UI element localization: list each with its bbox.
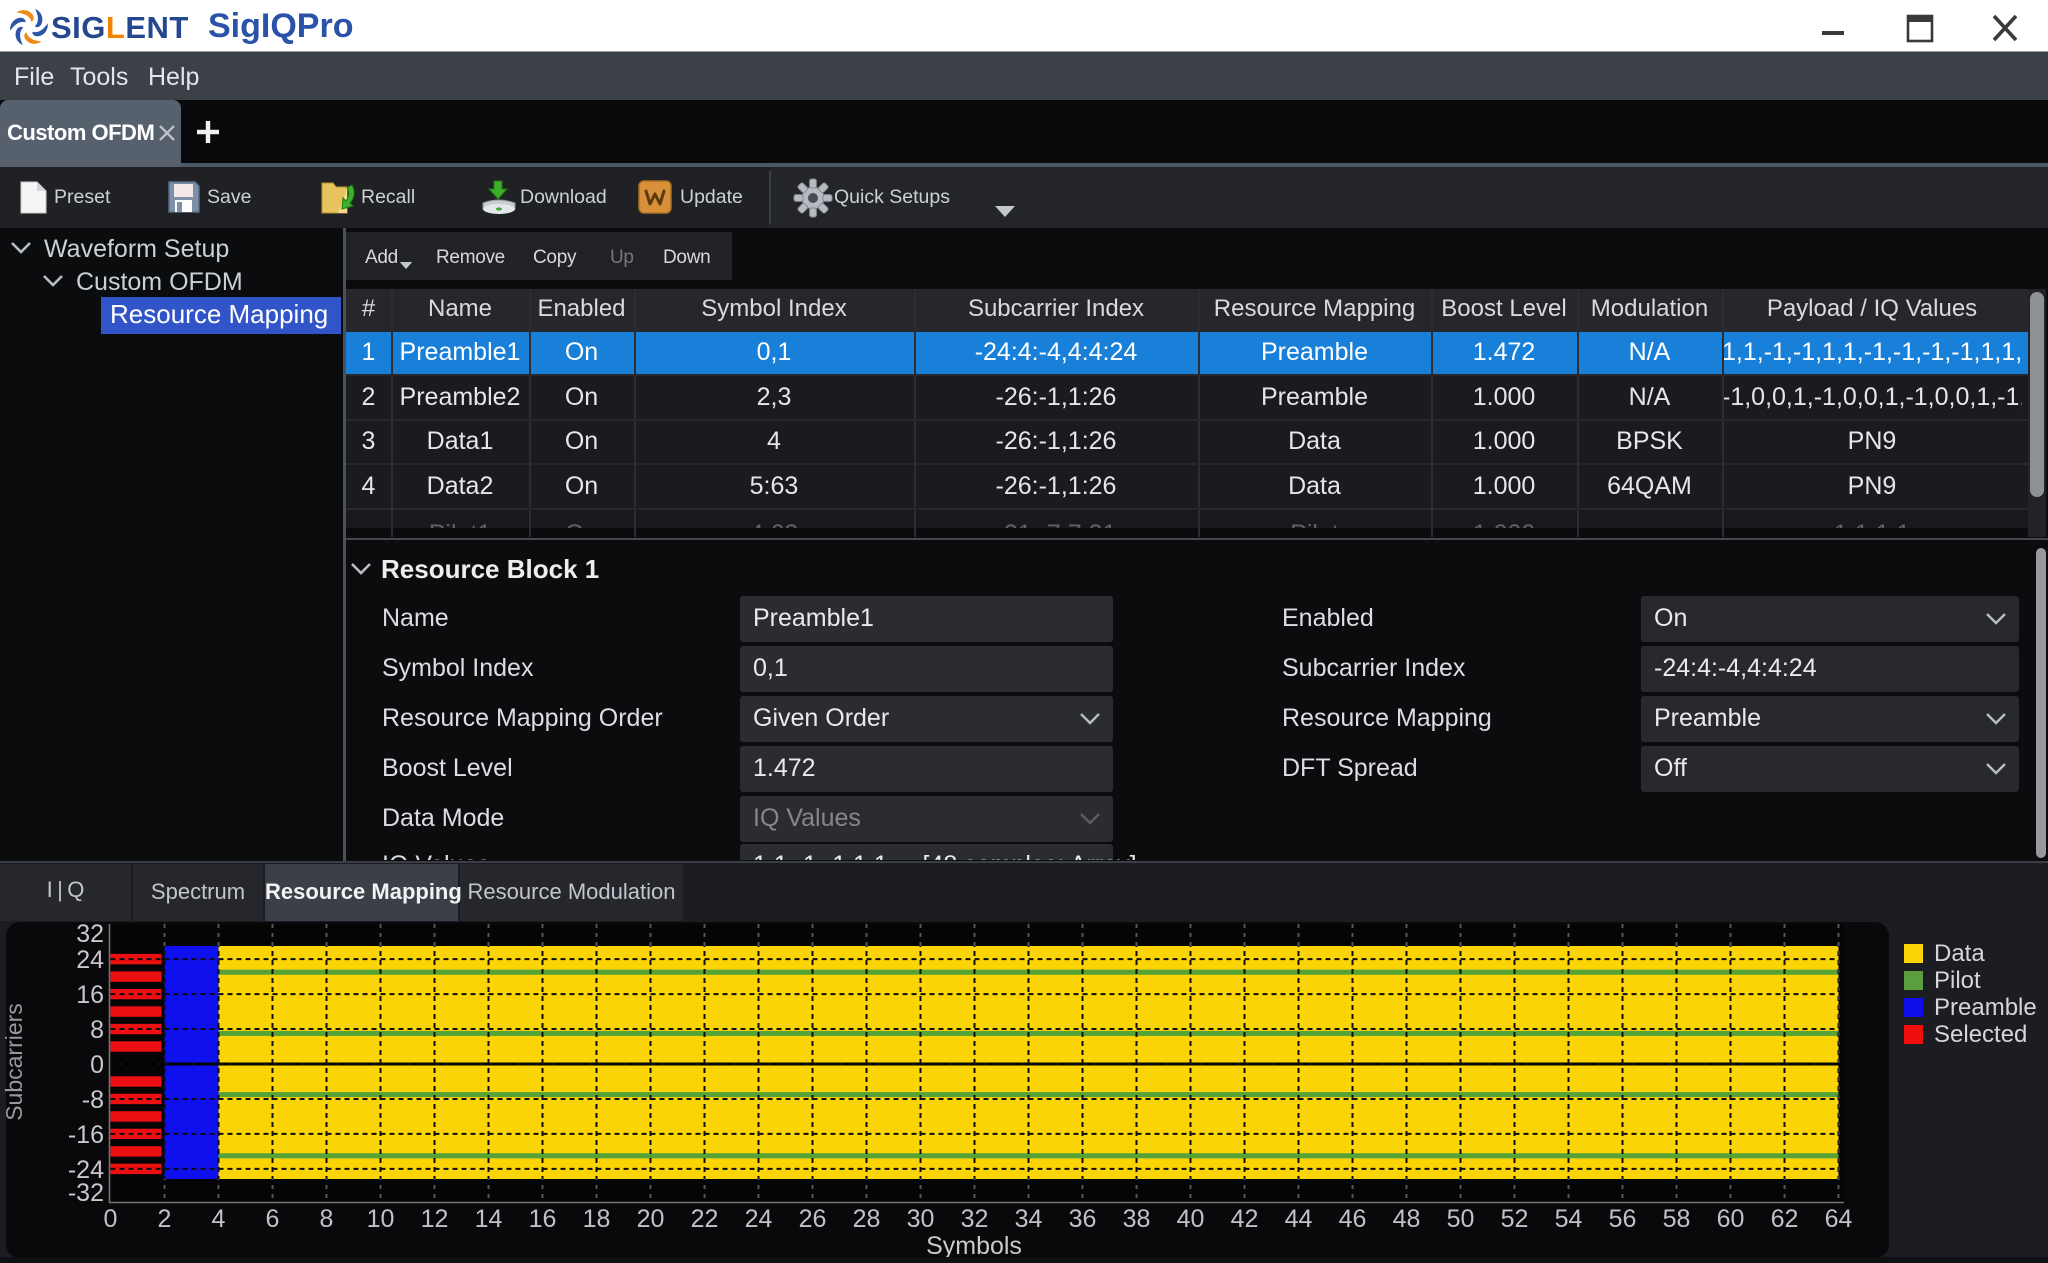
svg-text:50: 50: [1447, 1205, 1475, 1233]
svg-text:4: 4: [212, 1205, 226, 1233]
svg-text:62: 62: [1771, 1205, 1799, 1233]
svg-text:0: 0: [90, 1051, 104, 1079]
svg-text:2: 2: [158, 1205, 172, 1233]
svg-text:12: 12: [421, 1205, 449, 1233]
svg-text:32: 32: [961, 1205, 989, 1233]
svg-text:Pilot: Pilot: [1934, 967, 1981, 994]
svg-text:6: 6: [266, 1205, 280, 1233]
svg-text:54: 54: [1555, 1205, 1583, 1233]
svg-text:36: 36: [1069, 1205, 1097, 1233]
svg-text:30: 30: [907, 1205, 935, 1233]
svg-text:10: 10: [367, 1205, 395, 1233]
svg-text:24: 24: [745, 1205, 773, 1233]
svg-text:28: 28: [853, 1205, 881, 1233]
svg-text:46: 46: [1339, 1205, 1367, 1233]
svg-text:58: 58: [1663, 1205, 1691, 1233]
svg-text:16: 16: [76, 981, 104, 1009]
svg-text:64: 64: [1825, 1205, 1853, 1233]
svg-text:-32: -32: [68, 1179, 104, 1207]
svg-text:Symbols: Symbols: [926, 1232, 1022, 1260]
svg-text:8: 8: [90, 1016, 104, 1044]
svg-text:44: 44: [1285, 1205, 1313, 1233]
svg-text:20: 20: [637, 1205, 665, 1233]
svg-text:-8: -8: [82, 1086, 104, 1114]
svg-text:8: 8: [320, 1205, 334, 1233]
svg-text:48: 48: [1393, 1205, 1421, 1233]
svg-text:60: 60: [1717, 1205, 1745, 1233]
svg-text:22: 22: [691, 1205, 719, 1233]
svg-text:Subcarriers: Subcarriers: [1, 1003, 27, 1121]
svg-text:38: 38: [1123, 1205, 1151, 1233]
svg-text:18: 18: [583, 1205, 611, 1233]
svg-text:26: 26: [799, 1205, 827, 1233]
svg-text:24: 24: [76, 946, 104, 974]
svg-text:-16: -16: [68, 1121, 104, 1149]
svg-text:40: 40: [1177, 1205, 1205, 1233]
svg-text:Preamble: Preamble: [1934, 994, 2037, 1021]
svg-text:16: 16: [529, 1205, 557, 1233]
svg-text:56: 56: [1609, 1205, 1637, 1233]
svg-text:0: 0: [104, 1205, 118, 1233]
svg-text:42: 42: [1231, 1205, 1259, 1233]
svg-text:34: 34: [1015, 1205, 1043, 1233]
svg-text:Selected: Selected: [1934, 1021, 2027, 1048]
svg-text:32: 32: [76, 920, 104, 948]
svg-text:52: 52: [1501, 1205, 1529, 1233]
svg-text:Data: Data: [1934, 940, 1985, 967]
svg-text:14: 14: [475, 1205, 503, 1233]
